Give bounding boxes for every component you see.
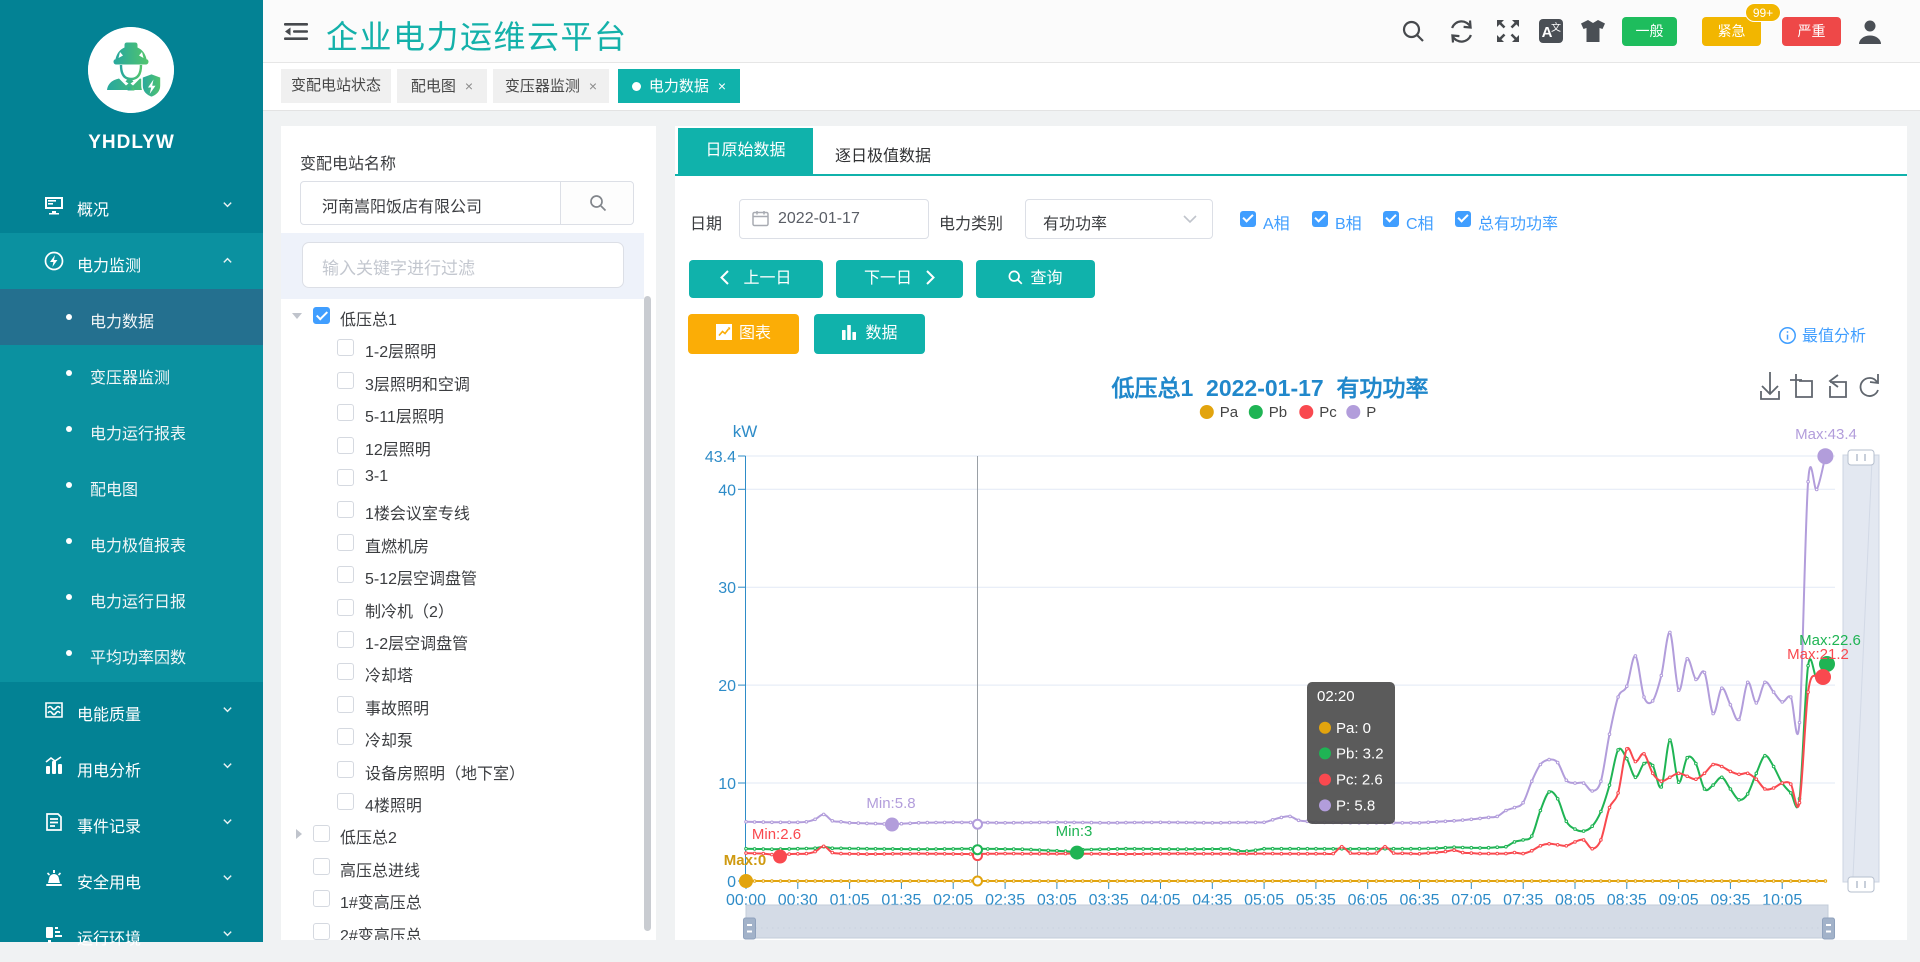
svg-text:30: 30 (718, 580, 736, 597)
svg-text:Pc: 2.6: Pc: 2.6 (1336, 772, 1383, 789)
svg-text:20: 20 (718, 678, 736, 695)
svg-text:Pb: Pb (1269, 404, 1287, 421)
svg-text:Min:3: Min:3 (1056, 823, 1093, 840)
svg-text:02:20: 02:20 (1317, 688, 1355, 705)
svg-text:40: 40 (718, 482, 736, 499)
svg-text:Max:43.4: Max:43.4 (1795, 426, 1857, 443)
svg-text:Pa: Pa (1220, 404, 1239, 421)
svg-text:Pa: 0: Pa: 0 (1336, 720, 1371, 737)
svg-text:0: 0 (727, 874, 736, 891)
svg-text:P: P (1366, 404, 1376, 421)
svg-text:kW: kW (733, 422, 758, 441)
svg-text:Min:5.8: Min:5.8 (866, 795, 915, 812)
svg-text:低压总1 2022-01-17 有功功率: 低压总1 2022-01-17 有功功率 (1110, 375, 1428, 401)
svg-text:43.4: 43.4 (705, 449, 736, 466)
svg-text:Max:21.2: Max:21.2 (1787, 646, 1849, 663)
svg-text:Max:0: Max:0 (724, 852, 767, 869)
svg-text:10: 10 (718, 776, 736, 793)
svg-text:文: 文 (1551, 21, 1561, 34)
svg-text:Min:2.6: Min:2.6 (752, 826, 801, 843)
svg-text:Pb: 3.2: Pb: 3.2 (1336, 745, 1384, 762)
svg-text:Pc: Pc (1319, 404, 1337, 421)
svg-text:P: 5.8: P: 5.8 (1336, 797, 1375, 814)
